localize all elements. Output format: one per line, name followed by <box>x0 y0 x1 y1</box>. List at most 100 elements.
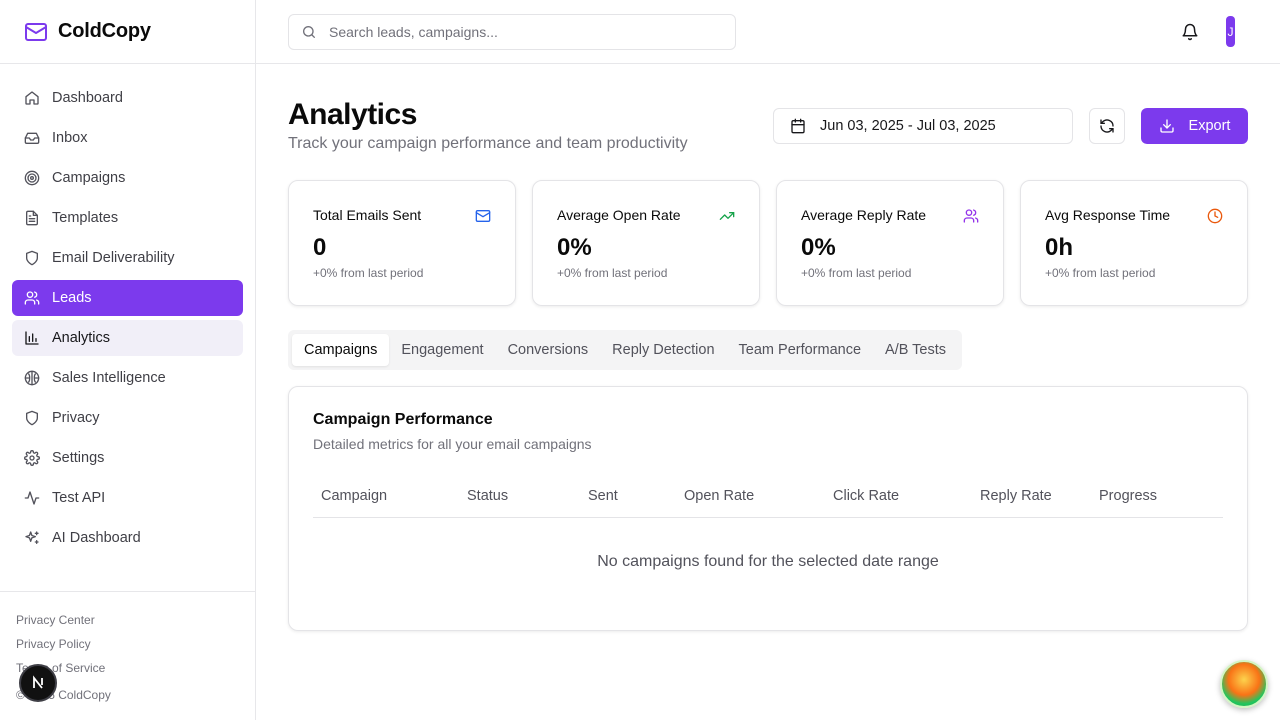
topbar: J <box>256 0 1280 64</box>
file-text-icon <box>24 210 40 226</box>
next-logo-icon <box>29 674 47 692</box>
sidebar-item-ai-dashboard[interactable]: AI Dashboard <box>12 520 243 556</box>
sidebar: ColdCopy Dashboard Inbox Campaigns Templ… <box>0 0 256 720</box>
activity-icon <box>24 490 40 506</box>
sparkles-icon <box>24 530 40 546</box>
search-input[interactable] <box>329 24 709 40</box>
sidebar-item-label: Leads <box>52 290 92 306</box>
sidebar-item-label: Inbox <box>52 130 88 146</box>
date-range-value: Jun 03, 2025 - Jul 03, 2025 <box>820 118 996 134</box>
stat-card-open-rate: Average Open Rate 0% +0% from last perio… <box>532 180 760 306</box>
sidebar-item-label: Templates <box>52 210 119 226</box>
campaign-performance-panel: Campaign Performance Detailed metrics fo… <box>288 386 1248 631</box>
page-subtitle: Track your campaign performance and team… <box>288 135 688 152</box>
refresh-icon <box>1099 118 1115 134</box>
tab-conversions[interactable]: Conversions <box>496 334 601 366</box>
tab-engagement[interactable]: Engagement <box>389 334 495 366</box>
sidebar-item-campaigns[interactable]: Campaigns <box>12 160 243 196</box>
sidebar-item-settings[interactable]: Settings <box>12 440 243 476</box>
calendar-icon <box>790 118 806 134</box>
brand-name: ColdCopy <box>58 20 151 42</box>
download-icon <box>1159 118 1175 134</box>
page-title: Analytics <box>288 98 417 131</box>
gear-icon <box>24 450 40 466</box>
sidebar-item-dashboard[interactable]: Dashboard <box>12 80 243 116</box>
next-devtools-button[interactable] <box>19 664 57 702</box>
column-header-progress[interactable]: Progress <box>1099 488 1157 504</box>
search-box[interactable] <box>288 14 736 50</box>
tab-reply-detection[interactable]: Reply Detection <box>600 334 726 366</box>
brand[interactable]: ColdCopy <box>0 0 255 64</box>
stats-row: Total Emails Sent 0 +0% from last period… <box>288 180 1248 306</box>
avatar[interactable]: J <box>1226 16 1235 47</box>
sidebar-item-label: Privacy <box>52 410 100 426</box>
sidebar-item-inbox[interactable]: Inbox <box>12 120 243 156</box>
stat-title: Average Open Rate <box>557 207 681 223</box>
stat-card-response-time: Avg Response Time 0h +0% from last perio… <box>1020 180 1248 306</box>
panel-title: Campaign Performance <box>313 411 493 428</box>
stat-value: 0% <box>557 234 592 261</box>
stat-value: 0h <box>1045 234 1074 261</box>
stat-change: +0% from last period <box>801 266 912 280</box>
sidebar-item-email-deliverability[interactable]: Email Deliverability <box>12 240 243 276</box>
column-header-campaign[interactable]: Campaign <box>321 488 387 504</box>
users-icon <box>963 208 979 224</box>
trending-up-icon <box>719 208 735 224</box>
empty-state-message: No campaigns found for the selected date… <box>597 553 939 570</box>
sidebar-item-leads[interactable]: Leads <box>12 280 243 316</box>
column-header-sent[interactable]: Sent <box>588 488 618 504</box>
privacy-center-link[interactable]: Privacy Center <box>16 608 239 632</box>
sidebar-item-test-api[interactable]: Test API <box>12 480 243 516</box>
tab-ab-tests[interactable]: A/B Tests <box>873 334 958 366</box>
inbox-icon <box>24 130 40 146</box>
shield-icon <box>24 410 40 426</box>
export-button[interactable]: Export <box>1141 108 1248 144</box>
tab-campaigns[interactable]: Campaigns <box>292 334 390 366</box>
stat-title: Average Reply Rate <box>801 207 927 223</box>
home-icon <box>24 90 40 106</box>
bell-icon[interactable] <box>1181 23 1199 41</box>
column-header-status[interactable]: Status <box>467 488 508 504</box>
stat-change: +0% from last period <box>313 266 424 280</box>
date-range-picker[interactable]: Jun 03, 2025 - Jul 03, 2025 <box>773 108 1073 144</box>
stat-change: +0% from last period <box>1045 266 1156 280</box>
sidebar-item-label: Email Deliverability <box>52 250 175 266</box>
users-icon <box>24 290 40 306</box>
sidebar-item-label: Test API <box>52 490 106 506</box>
stat-title: Avg Response Time <box>1045 207 1171 223</box>
export-label: Export <box>1188 118 1231 134</box>
target-icon <box>24 170 40 186</box>
stat-value: 0% <box>801 234 836 261</box>
mail-logo-icon <box>24 20 48 44</box>
sidebar-item-label: Settings <box>52 450 105 466</box>
sidebar-item-label: Analytics <box>52 330 111 346</box>
column-header-open-rate[interactable]: Open Rate <box>684 488 754 504</box>
clock-icon <box>1207 208 1223 224</box>
table-header: Campaign Status Sent Open Rate Click Rat… <box>313 485 1223 518</box>
shield-icon <box>24 250 40 266</box>
sidebar-item-label: Campaigns <box>52 170 126 186</box>
island-emoji-icon[interactable] <box>1220 660 1268 708</box>
stat-title: Total Emails Sent <box>313 207 422 223</box>
privacy-policy-link[interactable]: Privacy Policy <box>16 632 239 656</box>
stat-card-total-emails: Total Emails Sent 0 +0% from last period <box>288 180 516 306</box>
sidebar-nav: Dashboard Inbox Campaigns Templates Emai… <box>0 64 255 556</box>
search-icon <box>301 24 317 40</box>
panel-description: Detailed metrics for all your email camp… <box>313 436 592 452</box>
refresh-button[interactable] <box>1089 108 1125 144</box>
analytics-tabs: Campaigns Engagement Conversions Reply D… <box>288 330 963 370</box>
column-header-reply-rate[interactable]: Reply Rate <box>980 488 1052 504</box>
column-header-click-rate[interactable]: Click Rate <box>833 488 899 504</box>
sidebar-item-analytics[interactable]: Analytics <box>12 320 243 356</box>
mail-icon <box>475 208 491 224</box>
bar-chart-icon <box>24 330 40 346</box>
sidebar-item-templates[interactable]: Templates <box>12 200 243 236</box>
sidebar-item-label: AI Dashboard <box>52 530 141 546</box>
sidebar-item-label: Sales Intelligence <box>52 370 166 386</box>
sidebar-item-label: Dashboard <box>52 90 123 106</box>
sidebar-item-sales-intelligence[interactable]: Sales Intelligence <box>12 360 243 396</box>
tab-team-performance[interactable]: Team Performance <box>727 334 874 366</box>
brain-icon <box>24 370 40 386</box>
stat-value: 0 <box>313 234 327 261</box>
sidebar-item-privacy[interactable]: Privacy <box>12 400 243 436</box>
